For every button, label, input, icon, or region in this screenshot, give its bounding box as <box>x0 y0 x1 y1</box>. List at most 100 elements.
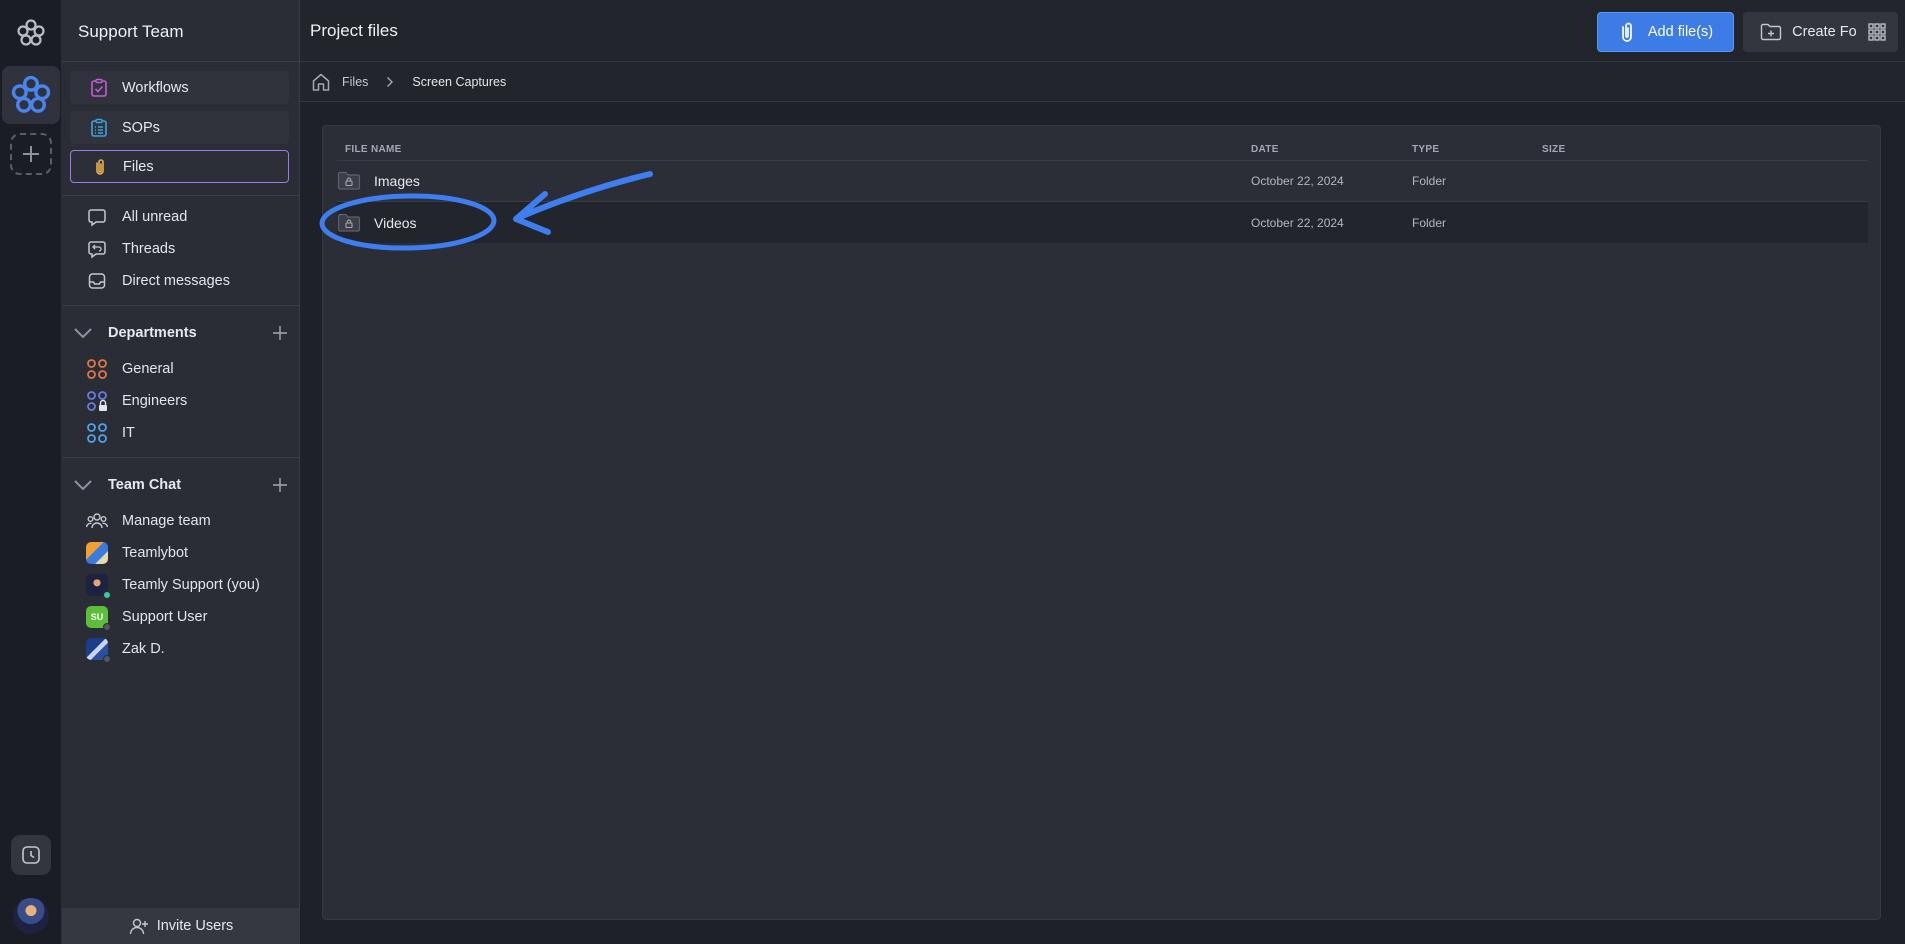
folder-name: Videos <box>374 215 417 231</box>
sidebar-item-label: Zak D. <box>122 641 165 657</box>
sidebar-item-manage-team[interactable]: Manage team <box>86 509 211 533</box>
user-avatar[interactable] <box>13 898 49 934</box>
sidebar-item-threads[interactable]: Threads <box>86 237 175 261</box>
file-table: FILE NAME DATE TYPE SIZE Images October … <box>322 125 1881 920</box>
file-name-cell[interactable]: Videos <box>337 202 417 244</box>
team-name: Support Team <box>78 22 184 41</box>
column-size[interactable]: SIZE <box>1542 144 1565 155</box>
departments-section-header[interactable]: Departments <box>72 321 292 345</box>
sidebar-item-teamly-support[interactable]: Teamly Support (you) <box>86 573 260 599</box>
nav-sops[interactable]: SOPs <box>70 111 289 144</box>
clock-icon <box>22 846 40 864</box>
column-type[interactable]: TYPE <box>1412 144 1439 155</box>
workspace-button[interactable] <box>2 66 60 124</box>
sidebar-item-label: Teamlybot <box>122 545 189 561</box>
file-name-cell[interactable]: Images <box>337 161 420 201</box>
sidebar-item-label: General <box>122 361 174 377</box>
sidebar-item-all-unread[interactable]: All unread <box>86 205 187 229</box>
add-department-icon[interactable] <box>270 323 290 343</box>
chevron-down-icon[interactable] <box>72 474 94 496</box>
nav-files-label: Files <box>123 158 154 175</box>
sidebar-item-label: Threads <box>122 241 176 257</box>
sidebar-item-teamlybot[interactable]: Teamlybot <box>86 541 188 565</box>
threads-icon <box>86 238 108 260</box>
apps-grid-button[interactable] <box>1857 12 1897 52</box>
date-cell: October 22, 2024 <box>1251 174 1344 188</box>
teamly-logo-icon[interactable] <box>16 18 46 48</box>
grid-icon <box>1868 23 1886 41</box>
channel-grid-icon <box>86 358 108 380</box>
team-icon <box>86 510 108 532</box>
breadcrumb: Files Screen Captures <box>300 62 1905 102</box>
zak-avatar <box>86 638 111 663</box>
team-chat-section-header[interactable]: Team Chat <box>72 473 292 497</box>
nav-files[interactable]: Files <box>70 150 289 183</box>
departments-title: Departments <box>108 325 197 341</box>
folder-name: Images <box>374 173 420 189</box>
table-row[interactable]: Videos October 22, 2024 Folder <box>337 201 1868 243</box>
main-content: Project files Add file(s) Create Folder <box>300 0 1905 944</box>
sops-icon <box>89 118 109 138</box>
nav-workflows-label: Workflows <box>122 79 189 96</box>
table-header: FILE NAME DATE TYPE SIZE <box>337 140 1868 160</box>
add-files-button[interactable]: Add file(s) <box>1597 12 1734 52</box>
breadcrumb-current: Screen Captures <box>412 74 507 89</box>
sidebar: Support Team Workflows SOPs Files All un… <box>62 0 300 944</box>
invite-users-button[interactable]: Invite Users <box>62 908 300 944</box>
locked-folder-icon <box>337 213 361 233</box>
sidebar-item-label: Direct messages <box>122 273 230 289</box>
nav-sops-label: SOPs <box>122 119 160 136</box>
channel-grid-locked-icon <box>86 390 108 412</box>
sidebar-item-label: Manage team <box>122 513 211 529</box>
sidebar-item-support-user[interactable]: SU Support User <box>86 605 208 631</box>
folder-plus-icon <box>1760 22 1782 42</box>
home-icon[interactable] <box>310 71 332 93</box>
sidebar-item-zak[interactable]: Zak D. <box>86 637 165 663</box>
nav-workflows[interactable]: Workflows <box>70 71 289 104</box>
team-chat-title: Team Chat <box>108 477 182 493</box>
sidebar-item-it[interactable]: IT <box>86 421 135 445</box>
sidebar-item-general[interactable]: General <box>86 357 174 381</box>
paperclip-icon <box>90 157 110 177</box>
su-avatar: SU <box>86 606 111 631</box>
type-cell: Folder <box>1412 174 1447 188</box>
teamlybot-avatar <box>86 542 108 564</box>
add-chat-icon[interactable] <box>270 475 290 495</box>
page-title: Project files <box>310 21 398 40</box>
invite-users-label: Invite Users <box>156 918 234 934</box>
sidebar-item-label: Teamly Support (you) <box>122 577 260 593</box>
inbox-icon <box>86 270 108 292</box>
top-bar: Project files Add file(s) Create Folder <box>300 0 1905 62</box>
add-user-icon <box>129 916 149 936</box>
column-date[interactable]: DATE <box>1251 144 1279 155</box>
column-file-name[interactable]: FILE NAME <box>345 144 402 155</box>
plus-icon <box>23 146 39 162</box>
locked-folder-icon <box>337 171 361 191</box>
date-cell: October 22, 2024 <box>1251 216 1344 230</box>
workflows-icon <box>89 78 109 98</box>
chat-bubble-icon <box>86 206 108 228</box>
type-cell: Folder <box>1412 216 1447 230</box>
sidebar-item-direct-messages[interactable]: Direct messages <box>86 269 230 293</box>
offline-status-dot <box>103 655 111 663</box>
online-status-dot <box>103 591 111 599</box>
add-workspace-button[interactable] <box>10 133 52 175</box>
workspace-rail <box>0 0 62 944</box>
sidebar-item-engineers[interactable]: Engineers <box>86 389 187 413</box>
history-button[interactable] <box>11 835 51 875</box>
workspace-logo-icon <box>11 75 51 113</box>
paperclip-icon <box>1618 21 1636 43</box>
sidebar-item-label: IT <box>122 425 135 441</box>
offline-status-dot <box>103 623 111 631</box>
sidebar-item-label: Support User <box>122 609 208 625</box>
chevron-down-icon[interactable] <box>72 322 94 344</box>
add-files-label: Add file(s) <box>1647 24 1714 40</box>
breadcrumb-files[interactable]: Files <box>342 75 368 89</box>
table-row[interactable]: Images October 22, 2024 Folder <box>337 160 1868 200</box>
channel-grid-icon <box>86 422 108 444</box>
sidebar-item-label: Engineers <box>122 393 188 409</box>
app-window: Support Team Workflows SOPs Files All un… <box>0 0 1905 944</box>
chevron-right-icon <box>386 76 394 88</box>
support-avatar <box>86 574 111 599</box>
sidebar-item-label: All unread <box>122 209 188 225</box>
